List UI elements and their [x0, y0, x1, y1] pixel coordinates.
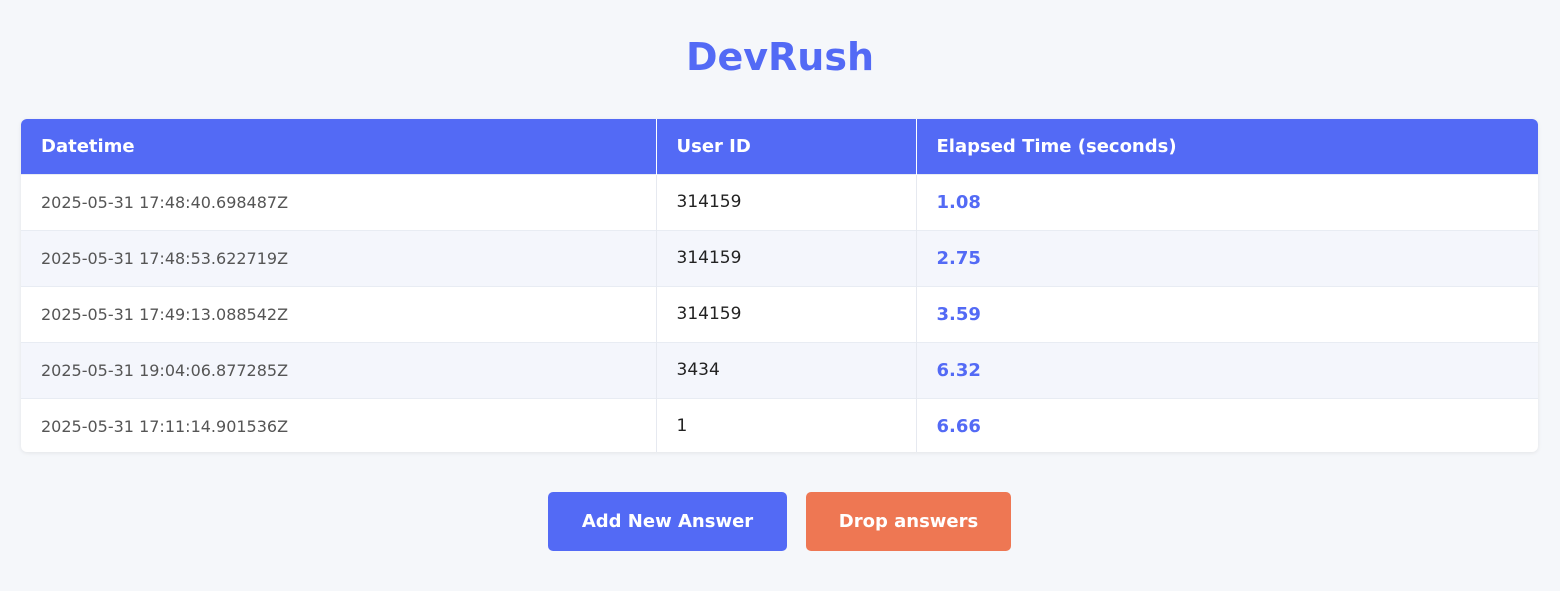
column-header-datetime[interactable]: Datetime [21, 119, 657, 174]
results-table: Datetime User ID Elapsed Time (seconds) … [21, 119, 1538, 452]
table-row: 2025-05-31 17:49:13.088542Z 314159 3.59 [21, 286, 1538, 342]
cell-elapsed-time: 6.66 [936, 415, 981, 437]
cell-user-id: 1 [656, 398, 917, 452]
table-row: 2025-05-31 19:04:06.877285Z 3434 6.32 [21, 342, 1538, 398]
results-table-card: Datetime User ID Elapsed Time (seconds) … [21, 119, 1538, 452]
cell-datetime: 2025-05-31 17:11:14.901536Z [21, 398, 657, 452]
add-new-answer-button[interactable]: Add New Answer [548, 492, 787, 551]
table-row: 2025-05-31 17:11:14.901536Z 1 6.66 [21, 398, 1538, 452]
page-title: DevRush [685, 35, 875, 79]
cell-datetime: 2025-05-31 19:04:06.877285Z [21, 342, 657, 398]
cell-datetime: 2025-05-31 17:48:53.622719Z [21, 230, 657, 286]
cell-elapsed-time: 2.75 [936, 247, 981, 269]
cell-datetime: 2025-05-31 17:48:40.698487Z [21, 174, 657, 230]
table-header: Datetime User ID Elapsed Time (seconds) [21, 119, 1538, 174]
table-row: 2025-05-31 17:48:53.622719Z 314159 2.75 [21, 230, 1538, 286]
cell-user-id: 314159 [656, 286, 917, 342]
drop-answers-button[interactable]: Drop answers [806, 492, 1011, 551]
cell-datetime: 2025-05-31 17:49:13.088542Z [21, 286, 657, 342]
cell-user-id: 314159 [656, 230, 917, 286]
cell-user-id: 3434 [656, 342, 917, 398]
cell-elapsed-time: 3.59 [936, 303, 981, 325]
cell-elapsed-time: 1.08 [936, 191, 981, 213]
cell-elapsed-time: 6.32 [936, 359, 981, 381]
table-header-row: Datetime User ID Elapsed Time (seconds) [21, 119, 1538, 174]
column-header-user-id[interactable]: User ID [656, 119, 917, 174]
table-body: 2025-05-31 17:48:40.698487Z 314159 1.08 … [21, 174, 1538, 452]
column-header-elapsed-time[interactable]: Elapsed Time (seconds) [916, 119, 1538, 174]
table-row: 2025-05-31 17:48:40.698487Z 314159 1.08 [21, 174, 1538, 230]
cell-user-id: 314159 [656, 174, 917, 230]
